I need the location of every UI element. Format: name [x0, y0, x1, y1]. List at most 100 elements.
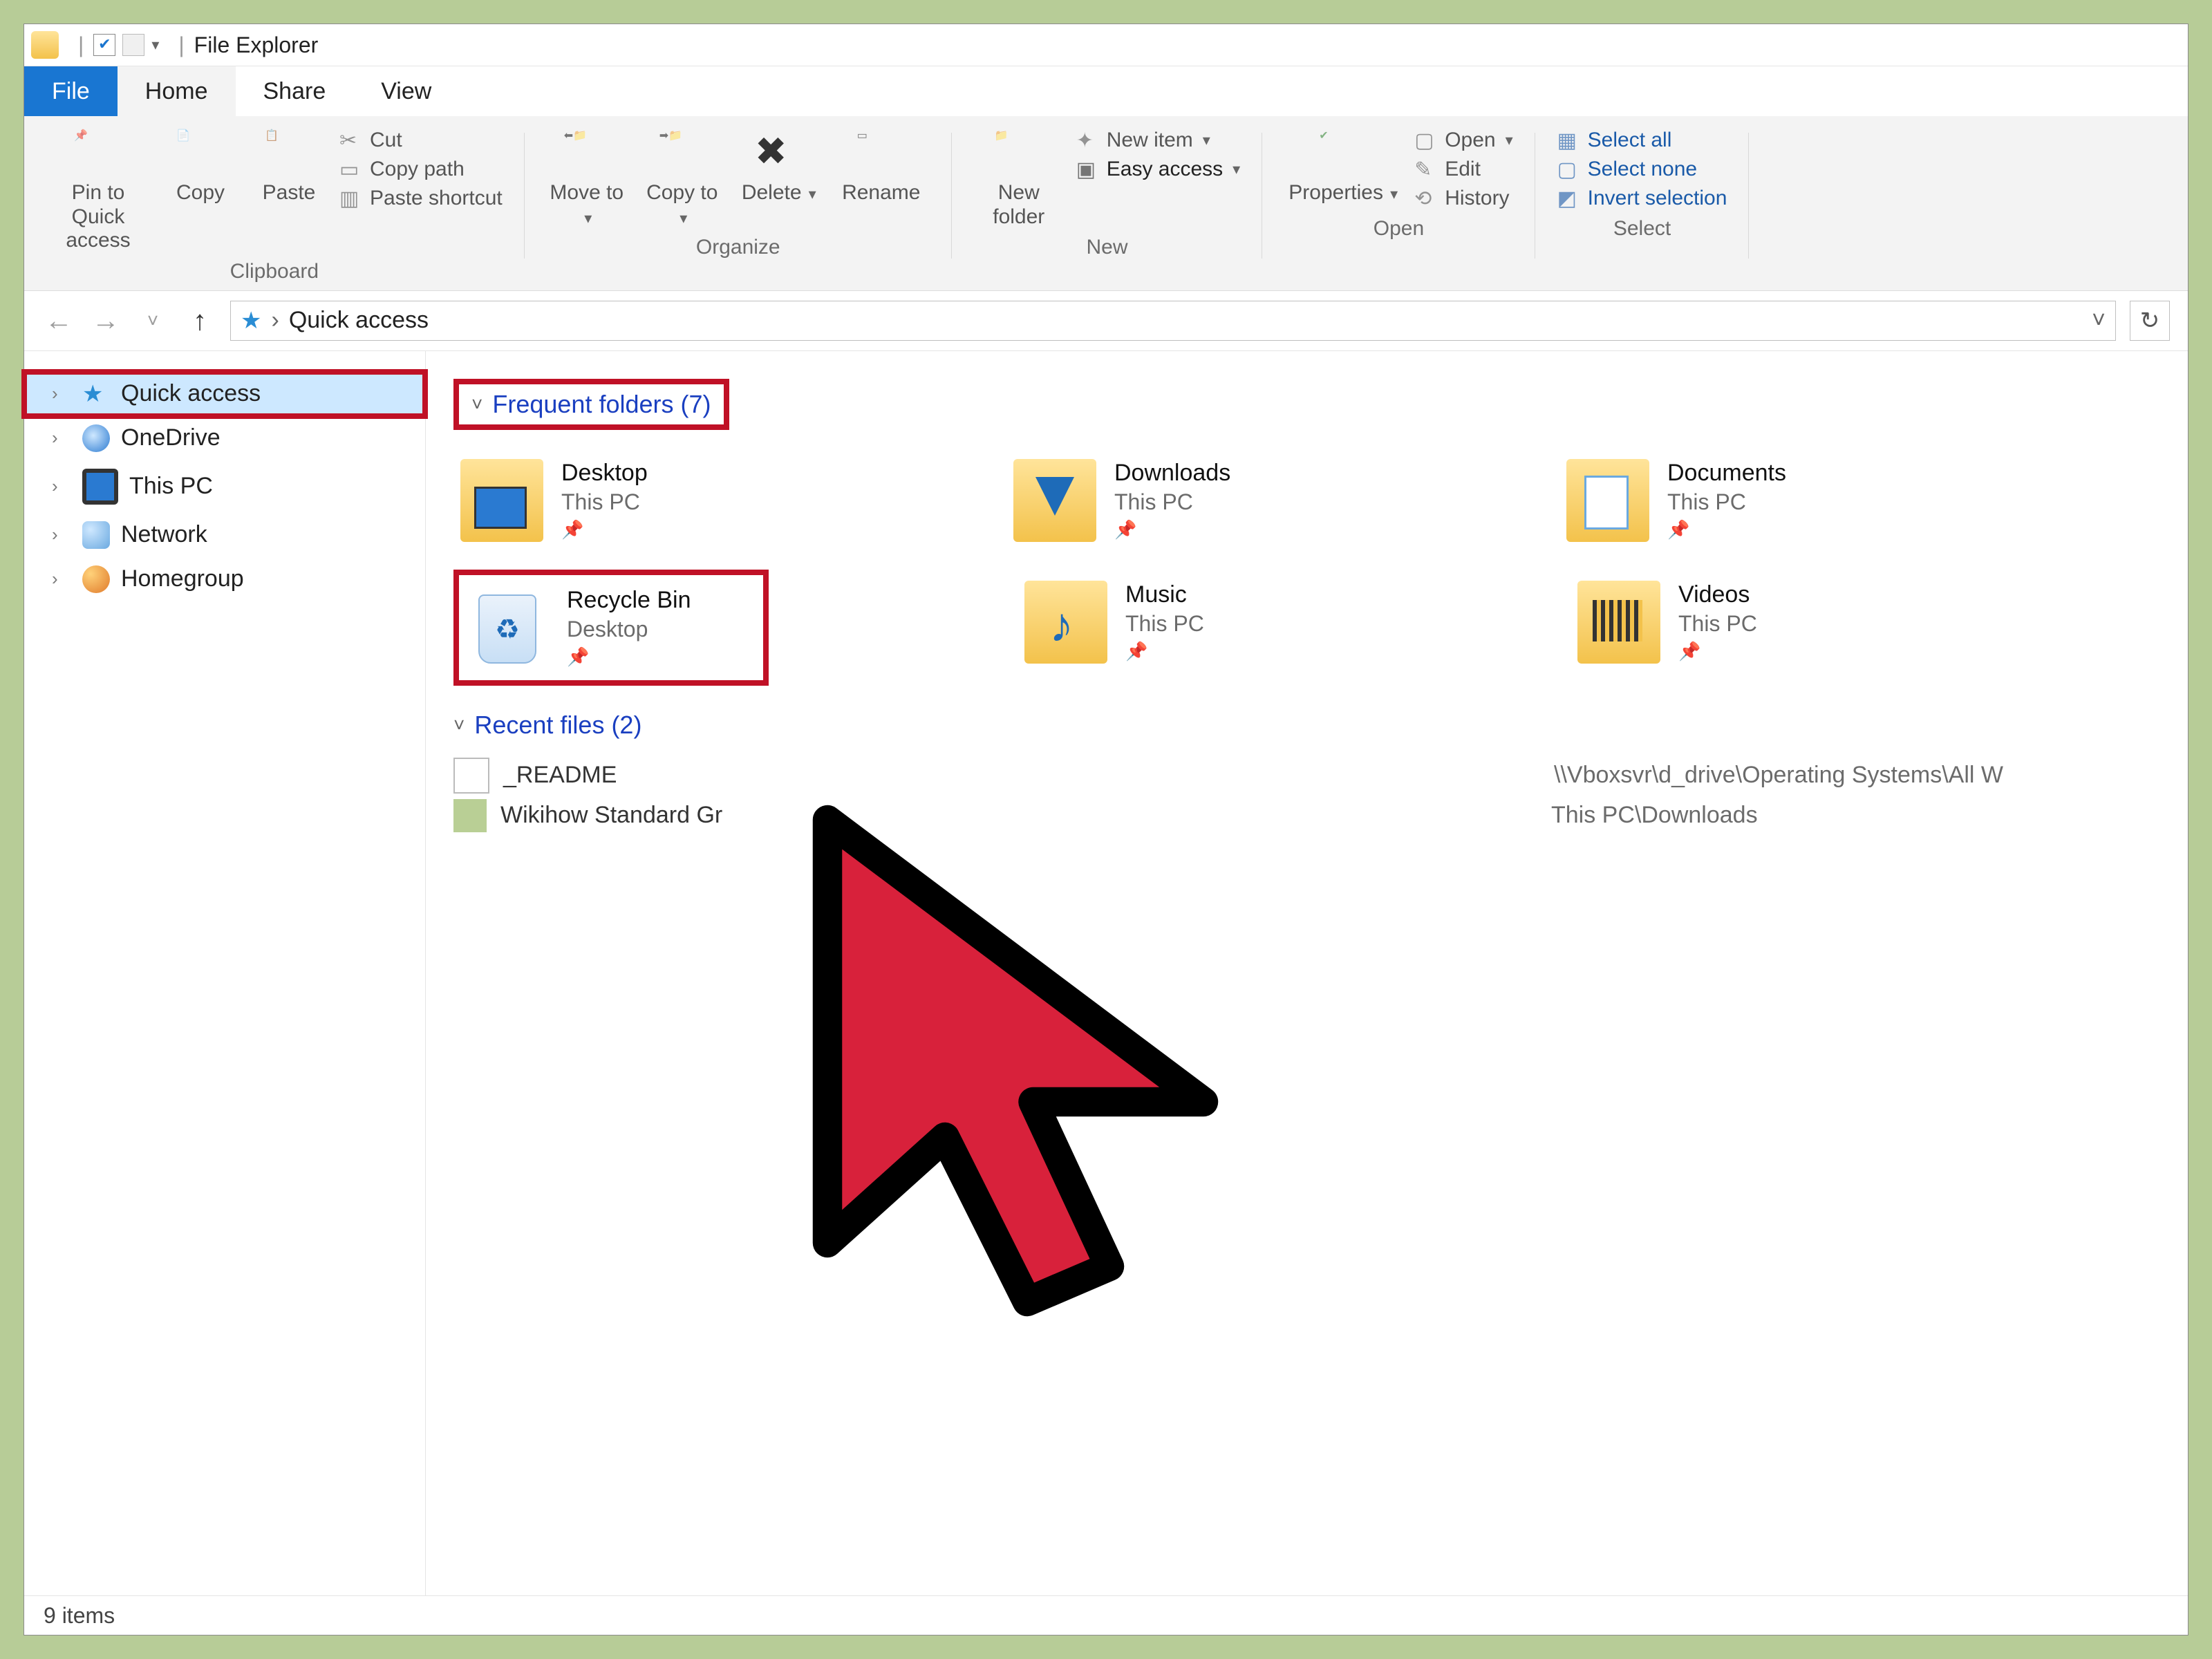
- move-to-button[interactable]: ⬅📁 Move to ▾: [547, 129, 630, 229]
- history-button[interactable]: ⟲History: [1414, 187, 1512, 210]
- select-all-button[interactable]: ▦Select all: [1557, 129, 1727, 152]
- sidebar-item-network[interactable]: › Network: [24, 513, 425, 557]
- pin-icon: 📌: [1667, 519, 1786, 541]
- ribbon: 📌 Pin to Quick access 📄 Copy 📋 Paste ✂Cu…: [24, 116, 2188, 291]
- pin-icon: 📌: [74, 129, 122, 177]
- pin-to-quick-access-button[interactable]: 📌 Pin to Quick access: [46, 129, 150, 253]
- chevron-down-icon[interactable]: ˅: [2092, 307, 2106, 334]
- chevron-down-icon: ▾: [1203, 131, 1210, 149]
- sidebar-item-onedrive[interactable]: › OneDrive: [24, 416, 425, 460]
- open-icon: ▢: [1414, 129, 1438, 152]
- computer-icon: [82, 469, 118, 505]
- folder-tile-documents[interactable]: Documents This PC 📌: [1559, 448, 2085, 553]
- easy-access-button[interactable]: ▣Easy access ▾: [1076, 158, 1240, 181]
- up-button[interactable]: ↑: [183, 304, 216, 337]
- chevron-right-icon: ›: [271, 307, 279, 334]
- invert-icon: ◩: [1557, 187, 1581, 210]
- delete-icon: ✖: [755, 129, 803, 177]
- scissors-icon: ✂: [339, 129, 363, 152]
- ribbon-group-open: ✔ Properties ▾ ▢Open ▾ ✎Edit ⟲History Op…: [1262, 123, 1535, 290]
- section-recent-files[interactable]: ˅ Recent files (2): [453, 711, 2160, 740]
- ribbon-group-select: ▦Select all ▢Select none ◩Invert selecti…: [1535, 123, 1750, 290]
- forward-button[interactable]: →: [89, 304, 122, 337]
- delete-button[interactable]: ✖ Delete ▾: [738, 129, 821, 205]
- refresh-button[interactable]: ↻: [2130, 301, 2170, 341]
- rename-icon: ▭: [857, 129, 906, 177]
- content-pane: ˅ Frequent folders (7) Desktop This PC 📌…: [426, 351, 2188, 1596]
- new-item-icon: ✦: [1076, 129, 1100, 152]
- sidebar-item-label: This PC: [129, 473, 213, 500]
- open-button[interactable]: ▢Open ▾: [1414, 129, 1512, 152]
- back-button[interactable]: ←: [42, 304, 75, 337]
- sidebar-item-quick-access[interactable]: › ★ Quick access: [24, 372, 425, 416]
- file-row[interactable]: Wikihow Standard Gr This PC\Downloads: [453, 799, 2160, 832]
- chevron-right-icon: ›: [52, 524, 71, 545]
- tab-share[interactable]: Share: [236, 66, 354, 116]
- edit-button[interactable]: ✎Edit: [1414, 158, 1512, 181]
- sidebar-item-homegroup[interactable]: › Homegroup: [24, 557, 425, 601]
- copy-button[interactable]: 📄 Copy: [162, 129, 238, 205]
- tab-view[interactable]: View: [353, 66, 459, 116]
- copy-to-button[interactable]: ➡📁 Copy to ▾: [642, 129, 725, 229]
- recent-locations-button[interactable]: ˅: [136, 304, 169, 337]
- folder-icon: [1566, 459, 1649, 542]
- pin-icon: 📌: [567, 646, 691, 668]
- chevron-right-icon: ›: [52, 476, 71, 497]
- folder-icon: [1013, 459, 1096, 542]
- copy-path-button[interactable]: ▭Copy path: [339, 158, 503, 181]
- window-title: File Explorer: [194, 32, 319, 58]
- qat-blank-icon[interactable]: [122, 34, 144, 56]
- qat-dropdown-icon[interactable]: ▾: [151, 36, 159, 54]
- cut-button[interactable]: ✂Cut: [339, 129, 503, 152]
- pin-icon: 📌: [1114, 519, 1230, 541]
- folder-tile-recycle-bin[interactable]: ♻ Recycle Bin Desktop 📌: [453, 570, 769, 686]
- properties-button[interactable]: ✔ Properties ▾: [1284, 129, 1402, 205]
- paste-icon: 📋: [265, 129, 313, 177]
- folder-tile-music[interactable]: ♪ Music This PC 📌: [1018, 570, 1543, 675]
- file-explorer-window: | ✔ ▾ | File Explorer File Home Share Vi…: [24, 24, 2188, 1635]
- pin-icon: 📌: [1678, 641, 1757, 662]
- folder-tile-desktop[interactable]: Desktop This PC 📌: [453, 448, 979, 553]
- select-none-button[interactable]: ▢Select none: [1557, 158, 1727, 181]
- sidebar-item-label: Network: [121, 521, 207, 548]
- status-bar: 9 items: [24, 1595, 2188, 1635]
- folder-tile-videos[interactable]: Videos This PC 📌: [1571, 570, 2096, 675]
- new-folder-button[interactable]: 📁 New folder: [974, 129, 1064, 229]
- star-icon: ★: [82, 380, 110, 408]
- tab-file[interactable]: File: [24, 66, 118, 116]
- onedrive-icon: [82, 424, 110, 452]
- new-item-button[interactable]: ✦New item ▾: [1076, 129, 1240, 152]
- section-frequent-folders[interactable]: ˅ Frequent folders (7): [453, 379, 729, 430]
- homegroup-icon: [82, 565, 110, 593]
- group-label: Select: [1613, 213, 1671, 247]
- folder-icon: [1577, 581, 1660, 664]
- file-row[interactable]: _README \\Vboxsvr\d_drive\Operating Syst…: [453, 758, 2160, 794]
- folder-icon: ♪: [1024, 581, 1107, 664]
- folder-tile-downloads[interactable]: Downloads This PC 📌: [1006, 448, 1532, 553]
- chevron-down-icon: ▾: [1506, 131, 1513, 149]
- sidebar-item-this-pc[interactable]: › This PC: [24, 460, 425, 513]
- group-label: Organize: [696, 232, 780, 266]
- ribbon-group-organize: ⬅📁 Move to ▾ ➡📁 Copy to ▾ ✖ Delete ▾ ▭ R…: [525, 123, 952, 290]
- section-label: Recent files (2): [474, 711, 641, 740]
- paste-button[interactable]: 📋 Paste: [251, 129, 327, 205]
- group-label: Open: [1374, 213, 1424, 247]
- rename-button[interactable]: ▭ Rename: [833, 129, 930, 205]
- pin-icon: 📌: [1125, 641, 1204, 662]
- tab-home[interactable]: Home: [118, 66, 236, 116]
- separator: |: [78, 32, 84, 58]
- invert-selection-button[interactable]: ◩Invert selection: [1557, 187, 1727, 210]
- select-none-icon: ▢: [1557, 158, 1581, 181]
- address-text: Quick access: [289, 307, 429, 334]
- address-bar[interactable]: ★ › Quick access ˅: [230, 301, 2116, 341]
- qat-checkbox-icon[interactable]: ✔: [93, 34, 115, 56]
- paste-shortcut-button[interactable]: ▥Paste shortcut: [339, 187, 503, 210]
- explorer-body: › ★ Quick access › OneDrive › This PC › …: [24, 351, 2188, 1596]
- address-bar-row: ← → ˅ ↑ ★ › Quick access ˅ ↻: [24, 291, 2188, 351]
- text-file-icon: [453, 758, 489, 794]
- chevron-down-icon: ▾: [805, 185, 816, 203]
- chevron-down-icon: ▾: [1232, 160, 1240, 178]
- frequent-folders-grid: Desktop This PC 📌 Downloads This PC 📌: [453, 448, 2160, 686]
- group-label: New: [1086, 232, 1127, 266]
- folder-icon: [460, 459, 543, 542]
